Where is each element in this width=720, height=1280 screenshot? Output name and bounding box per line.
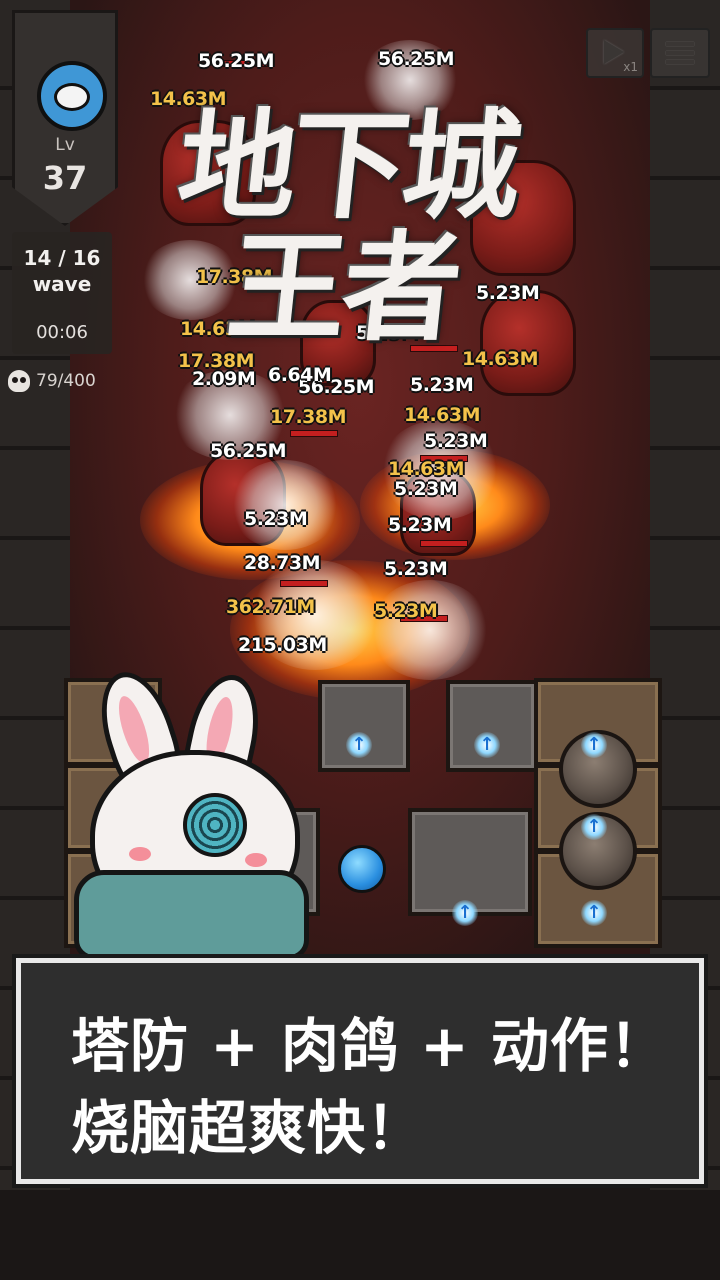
damage-number: 6.64M <box>268 364 332 386</box>
damage-number: 5.23M <box>424 430 488 452</box>
bunny-blush <box>245 853 267 867</box>
level-value: 37 <box>42 159 88 197</box>
wave-label: wave <box>32 272 92 296</box>
hamburger-menu-icon <box>666 42 694 64</box>
damage-number: 56.25M <box>210 440 287 462</box>
up-arrow-icon[interactable]: ↑ <box>452 900 478 926</box>
enemy-health-bar <box>290 430 338 437</box>
bunny-scarf <box>74 870 309 960</box>
smoke-effect <box>370 580 490 680</box>
up-arrow-icon[interactable]: ↑ <box>581 814 607 840</box>
caption-panel: 塔防 + 肉鸽 + 动作！ 烧脑超爽快！ <box>16 958 704 1184</box>
damage-number: 56.25M <box>198 50 275 72</box>
caption-line-2: 烧脑超爽快！ <box>71 1094 426 1162</box>
level-label: Lv <box>55 135 75 155</box>
speed-label: x1 <box>623 60 638 74</box>
up-arrow-icon[interactable]: ↑ <box>581 900 607 926</box>
play-icon <box>604 40 624 64</box>
kill-counter: 79/400 <box>8 368 96 394</box>
damage-number: 5.23M <box>388 514 452 536</box>
tower-slot[interactable] <box>318 680 410 772</box>
tower-slot[interactable] <box>446 680 538 772</box>
bunny-mascot <box>70 662 310 970</box>
damage-number: 5.23M <box>384 558 448 580</box>
damage-number: 14.63M <box>404 404 481 426</box>
wave-panel: 14 / 16 wave 00:06 <box>12 232 112 354</box>
menu-button[interactable] <box>650 28 710 78</box>
damage-number: 5.23M <box>374 600 438 622</box>
damage-number: 17.38M <box>270 406 347 428</box>
bottom-ground <box>0 1190 720 1280</box>
caption-line-1: 塔防 + 肉鸽 + 动作！ <box>71 1012 668 1080</box>
damage-number: 215.03M <box>238 634 327 656</box>
damage-number: 362.71M <box>226 596 315 618</box>
damage-number: 28.73M <box>244 552 321 574</box>
smoke-effect <box>230 460 340 550</box>
damage-number: 5.23M <box>244 508 308 530</box>
player-hero[interactable] <box>338 845 386 893</box>
wave-count: 14 / 16 <box>23 246 101 270</box>
speed-button[interactable]: x1 <box>586 28 644 78</box>
up-arrow-icon[interactable]: ↑ <box>474 732 500 758</box>
logo-title-line2: 王者 <box>221 218 465 357</box>
up-arrow-icon[interactable]: ↑ <box>581 732 607 758</box>
bunny-blush <box>129 847 151 861</box>
level-badge[interactable]: Lv 37 <box>12 10 118 226</box>
wave-timer: 00:06 <box>36 322 88 343</box>
enemy-health-bar <box>280 580 328 587</box>
tower-slot[interactable] <box>408 808 532 916</box>
up-arrow-icon[interactable]: ↑ <box>346 732 372 758</box>
damage-number: 14.63M <box>462 348 539 370</box>
game-logo: 地下城 王者 <box>150 70 570 357</box>
damage-number: 5.23M <box>394 478 458 500</box>
damage-number: 5.23M <box>410 374 474 396</box>
spiral-eye-icon <box>183 793 247 857</box>
damage-number: 2.09M <box>192 368 256 390</box>
damage-number: 14.63M <box>388 458 465 480</box>
blue-eye-avatar-icon <box>37 61 107 131</box>
damage-number: 56.25M <box>378 48 455 70</box>
kill-count: 79/400 <box>36 371 96 391</box>
enemy-health-bar <box>420 540 468 547</box>
skull-icon <box>8 370 30 392</box>
